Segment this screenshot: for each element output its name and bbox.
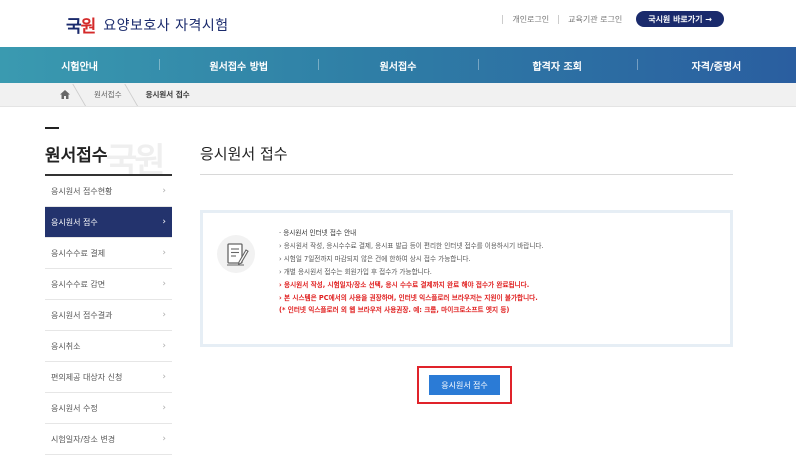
sidebar-item-cancel[interactable]: 응시취소 › [45,331,172,362]
notice-text: · 응시원서 인터넷 접수 안내 › 응시원서 작성, 응시수수료 결제, 응시… [279,227,544,315]
chevron-right-icon: › [162,248,166,258]
home-icon[interactable] [60,90,70,99]
nav-exam-info[interactable]: 시험안내 [0,58,159,73]
sidebar-title: 원서접수 [45,146,108,166]
sidebar-item-status[interactable]: 응시원서 접수현황 › [45,176,172,207]
title-divider [200,174,733,175]
chevron-right-icon: › [162,403,166,413]
divider [558,14,560,24]
kuksiwon-shortcut-button[interactable]: 국시원 바로가기 → [636,11,724,27]
sidebar-item-change-date[interactable]: 시험일자/장소 변경 › [45,424,172,455]
main-nav: 시험안내 원서접수 방법 원서접수 합격자 조회 자격/증명서 [0,47,796,83]
notice-warning-line: › 본 시스템은 PC에서의 사용을 권장하며, 인터넷 익스플로러 브라우저는… [279,294,538,302]
notice-heading: · 응시원서 인터넷 접수 안내 [279,229,357,237]
sidebar-item-apply[interactable]: 응시원서 접수 › [45,207,172,238]
nav-application-method[interactable]: 원서접수 방법 [159,58,318,73]
nav-application[interactable]: 원서접수 [318,58,477,73]
notice-line: › 시험일 7일전까지 마감되지 않은 건에 한하여 상시 접수 가능합니다. [279,255,471,263]
sidebar-item-fee-payment[interactable]: 응시수수료 결제 › [45,238,172,269]
breadcrumb: 원서접수 응시원서 접수 [0,83,796,107]
nav-certificate[interactable]: 자격/증명서 [636,58,796,73]
notice-warning-line: › 응시원서 작성, 시험일자/장소 선택, 응시 수수료 결제까지 완료 해야… [279,281,530,289]
notice-warning-line: (* 인터넷 익스플로러 외 웹 브라우저 사용권장. 예: 크롬, 마이크로소… [279,306,510,314]
chevron-right-icon: › [162,341,166,351]
chevron-right-icon: › [162,186,166,196]
divider [502,14,504,24]
chevron-right-icon: › [162,217,166,227]
notice-box: · 응시원서 인터넷 접수 안내 › 응시원서 작성, 응시수수료 결제, 응시… [200,210,733,347]
chevron-right-icon: › [162,434,166,444]
sidebar-title-mark [45,127,59,129]
sidebar-item-accommodation[interactable]: 편의제공 대상자 신청 › [45,362,172,393]
sidebar-item-edit[interactable]: 응시원서 수정 › [45,393,172,424]
breadcrumb-item[interactable]: 원서접수 [94,89,122,100]
utility-links: 개인로그인 교육기관 로그인 국시원 바로가기 → [502,11,724,27]
page-title: 응시원서 접수 [200,145,288,163]
sidebar-item-fee-reduction[interactable]: 응시수수료 감면 › [45,269,172,300]
chevron-right-icon: › [162,310,166,320]
site-logo[interactable]: 국원 요양보호사 자격시험 [66,12,229,37]
breadcrumb-current: 응시원서 접수 [145,90,190,99]
site-title: 요양보호사 자격시험 [103,17,229,34]
logo-mark: 국원 [66,17,96,37]
chevron-right-icon: › [162,372,166,382]
nav-result-lookup[interactable]: 합격자 조회 [477,58,637,73]
sidebar-item-result[interactable]: 응시원서 접수결과 › [45,300,172,331]
site-header: 국원 요양보호사 자격시험 개인로그인 교육기관 로그인 국시원 바로가기 → [0,0,796,44]
personal-login-link[interactable]: 개인로그인 [512,14,549,25]
apply-button[interactable]: 응시원서 접수 [429,375,500,395]
sidebar-menu: 응시원서 접수현황 › 응시원서 접수 › 응시수수료 결제 › 응시수수료 감면 › … [45,174,172,455]
document-pen-icon [217,235,255,273]
chevron-right-icon: › [162,279,166,289]
notice-line: › 개별 응시원서 접수는 회원가입 후 접수가 가능합니다. [279,268,432,276]
apply-button-highlight: 응시원서 접수 [417,366,512,404]
institution-login-link[interactable]: 교육기관 로그인 [568,14,622,25]
notice-line: › 응시원서 작성, 응시수수료 결제, 응시표 발급 등이 편리한 인터넷 접… [279,242,544,250]
